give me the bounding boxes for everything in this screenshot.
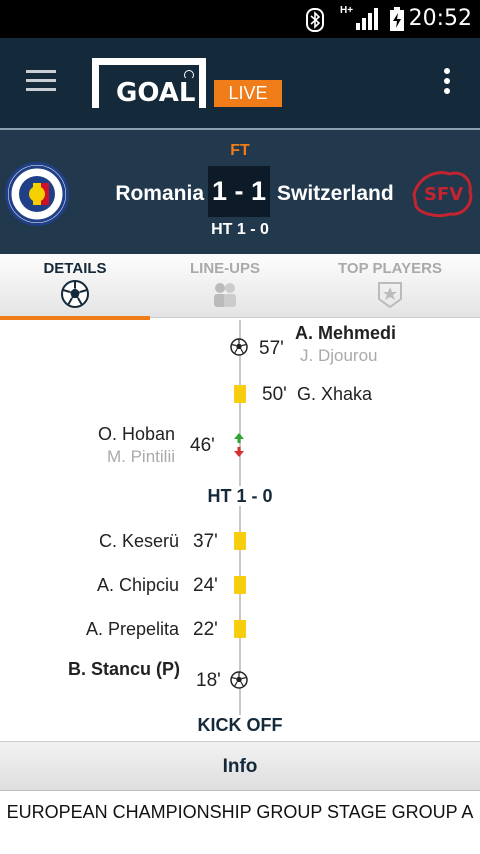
tab-details-label: DETAILS [43,260,107,277]
half-time-marker-label: HT 1 - 0 [205,486,275,506]
half-time-score: HT 1 - 0 [211,221,269,238]
event-minute: 50' [262,384,287,405]
yellow-card-icon [234,532,246,550]
half-time-marker: HT 1 - 0 [0,486,480,507]
timeline-event-goal[interactable]: 57' A. Mehmedi J. Djourou [0,323,480,366]
goal-ball-icon [230,338,248,356]
event-minute: 37' [193,531,218,552]
event-minute: 22' [193,619,218,640]
info-section-button[interactable]: Info [0,741,480,791]
event-player: A. Chipciu [96,575,179,595]
app-bar: GOAL LIVE [0,38,480,128]
away-team-name: Switzerland [277,182,394,205]
tab-lineups[interactable]: LINE-UPS [150,254,300,318]
tab-details[interactable]: DETAILS [0,254,150,320]
bluetooth-icon [306,8,324,32]
substitution-arrows-icon [234,433,244,457]
home-team-crest [5,162,69,226]
live-badge: LIVE [214,80,282,107]
score: 1 - 1 [208,166,270,217]
event-player: A. Mehmedi [295,323,397,343]
timeline-event-card[interactable]: A. Prepelita 22' [0,618,480,658]
event-player: G. Xhaka [297,384,373,404]
event-assist: J. Djourou [300,346,378,365]
clock: 20:52 [408,6,472,31]
tab-bar: DETAILS LINE-UPS TOP PLAYERS [0,254,480,320]
event-player-out: M. Pintilii [106,447,175,466]
match-timeline: 57' A. Mehmedi J. Djourou 50' G. Xhaka O… [0,320,480,740]
event-player: C. Keserü [98,531,179,551]
event-player: B. Stancu (P) [67,659,180,679]
away-team-crest: SFV [410,168,476,220]
home-team-name: Romania [115,182,204,205]
network-type: H+ [340,5,354,16]
battery-charging-icon [390,7,404,31]
timeline-event-card[interactable]: A. Chipciu 24' [0,574,480,614]
timeline-event-card[interactable]: 50' G. Xhaka [0,380,480,420]
timeline-event-goal[interactable]: B. Stancu (P) 18' [0,658,480,698]
svg-text:SFV: SFV [424,184,463,205]
match-status: FT [230,142,250,159]
competition-name: EUROPEAN CHAMPIONSHIP GROUP STAGE GROUP … [6,802,474,822]
more-options-icon[interactable] [440,68,454,98]
logo-text: GOAL [114,78,198,108]
tab-lineups-label: LINE-UPS [189,260,260,277]
tab-top-players-label: TOP PLAYERS [338,260,442,277]
event-minute: 57' [259,338,284,359]
goal-ball-icon [230,671,248,689]
event-minute: 46' [190,435,215,456]
kick-off-marker: KICK OFF [0,715,480,736]
event-player-in: O. Hoban [97,424,175,444]
status-bar: H+ 20:52 [0,0,480,38]
timeline-event-substitution[interactable]: O. Hoban M. Pintilii 46' [0,424,480,468]
players-icon [214,283,236,307]
star-badge-icon [378,282,402,309]
timeline-event-card[interactable]: C. Keserü 37' [0,530,480,570]
goal-logo: GOAL [92,58,208,108]
match-header: FT Romania 1 - 1 Switzerland SFV HT 1 - … [0,130,480,254]
soccer-ball-icon [61,280,89,308]
yellow-card-icon [234,576,246,594]
hamburger-menu-icon[interactable] [26,70,56,92]
signal-icon [356,8,378,30]
kick-off-marker-label: KICK OFF [195,715,285,735]
yellow-card-icon [234,385,246,403]
tab-top-players[interactable]: TOP PLAYERS [300,254,480,318]
event-minute: 24' [193,575,218,596]
yellow-card-icon [234,620,246,638]
event-minute: 18' [196,670,221,691]
event-player: A. Prepelita [85,619,179,639]
